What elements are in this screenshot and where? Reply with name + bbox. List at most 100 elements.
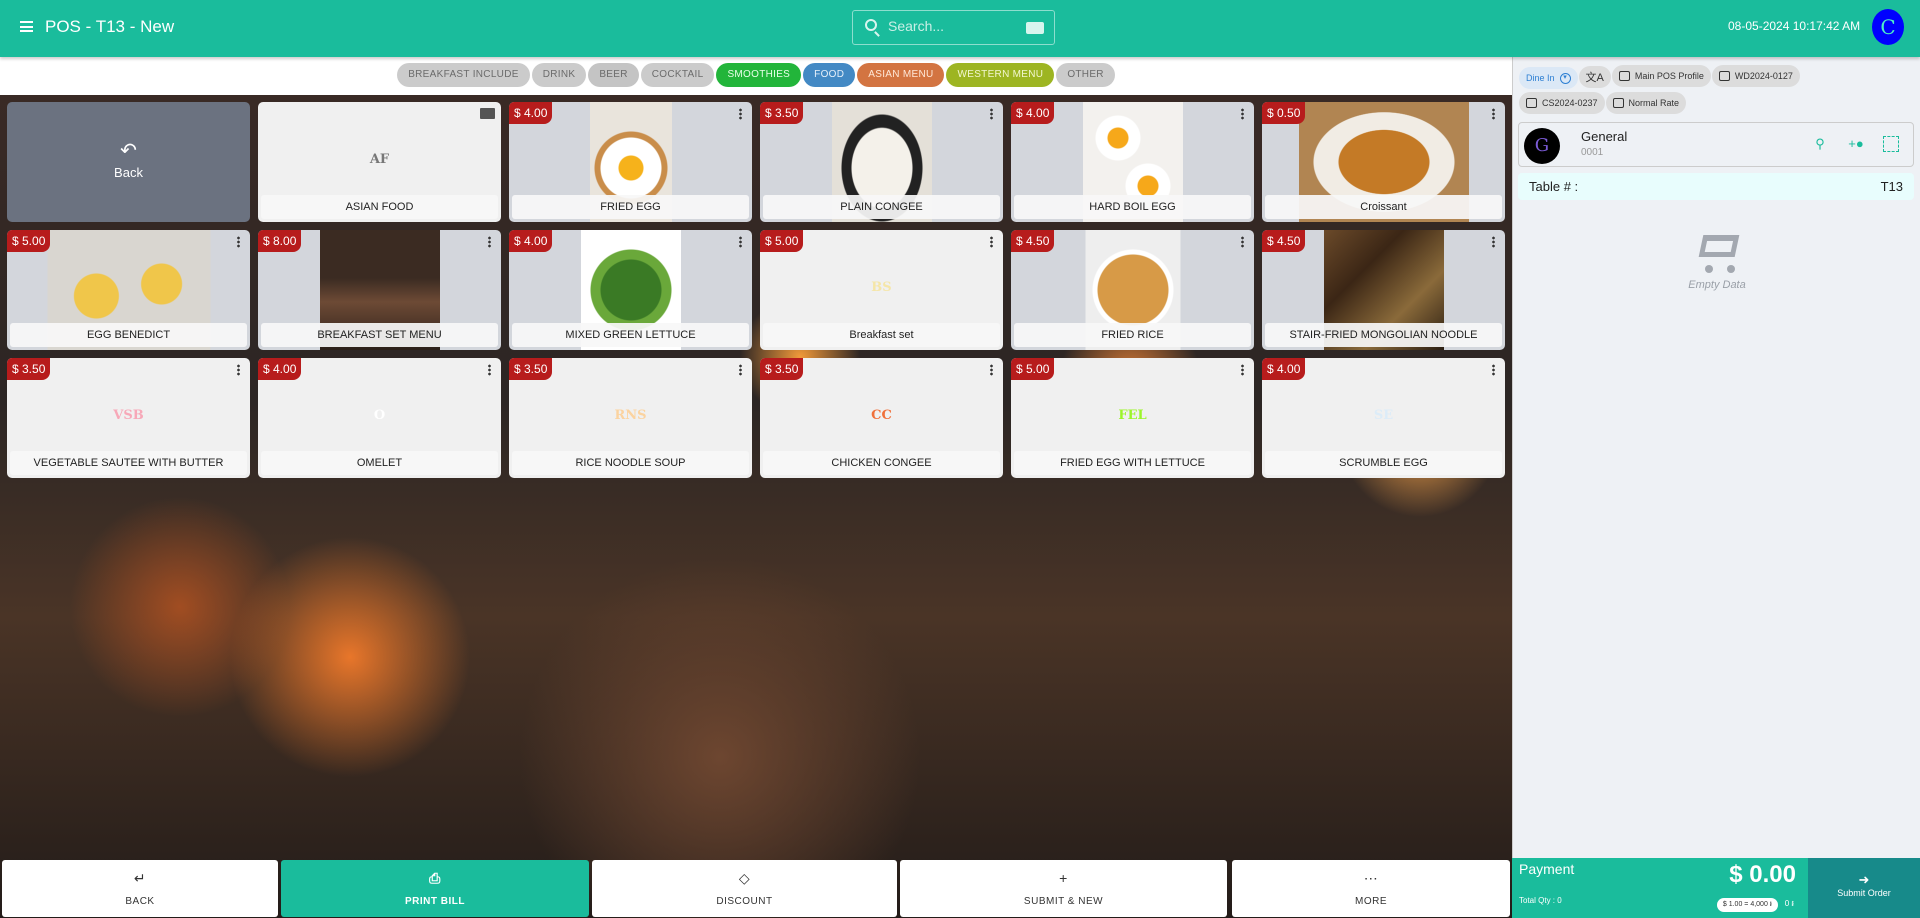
- product-tile[interactable]: $ 4.50 STAIR-FRIED MONGOLIAN NOODLE: [1262, 230, 1505, 350]
- product-name: FRIED EGG: [512, 195, 749, 219]
- submit-new-button[interactable]: + SUBMIT & NEW: [900, 860, 1227, 917]
- product-initials: FEL: [1118, 408, 1147, 423]
- product-tile[interactable]: $ 4.00 MIXED GREEN LETTUCE: [509, 230, 752, 350]
- back-tile[interactable]: ↶ Back: [7, 102, 250, 222]
- hamburger-menu-icon[interactable]: [20, 21, 33, 32]
- payment-label: Payment: [1519, 861, 1575, 877]
- order-options: Dine In ▾ 文A Main POS Profile WD2024-0127 CS…: [1513, 57, 1920, 117]
- product-name: PLAIN CONGEE: [763, 195, 1000, 219]
- product-name: EGG BENEDICT: [10, 323, 247, 347]
- cart-icon: [1693, 225, 1741, 273]
- empty-cart: Empty Data: [1513, 225, 1920, 291]
- more-vert-icon[interactable]: [1241, 364, 1244, 376]
- product-tile[interactable]: $ 3.50 PLAIN CONGEE: [760, 102, 1003, 222]
- product-name: SCRUMBLE EGG: [1265, 451, 1502, 475]
- cashier-shift-chip[interactable]: CS2024-0237: [1519, 92, 1605, 114]
- submit-new-label: SUBMIT & NEW: [1023, 896, 1104, 907]
- product-tile[interactable]: $ 4.50 FRIED RICE: [1011, 230, 1254, 350]
- product-name: Croissant: [1265, 195, 1502, 219]
- price-badge: $ 4.00: [1011, 102, 1055, 124]
- product-tile[interactable]: O $ 4.00 OMELET: [258, 358, 501, 478]
- more-vert-icon[interactable]: [237, 364, 240, 376]
- payment-summary[interactable]: Payment $ 0.00 Total Qty : 0 $ 1.00 = 4,…: [1512, 858, 1808, 918]
- print-bill-button[interactable]: ⎙ PRINT BILL: [281, 860, 589, 917]
- working-day-chip[interactable]: WD2024-0127: [1711, 65, 1800, 87]
- product-name: VEGETABLE SAUTEE WITH BUTTER: [10, 451, 247, 475]
- more-vert-icon[interactable]: [990, 108, 993, 120]
- order-panel: Dine In ▾ 文A Main POS Profile WD2024-0127 CS…: [1512, 57, 1920, 858]
- more-vert-icon[interactable]: [237, 236, 240, 248]
- calendar-clock-icon: [1526, 98, 1537, 108]
- more-vert-icon[interactable]: [990, 364, 993, 376]
- category-drink[interactable]: DRINK: [531, 63, 587, 87]
- product-tile[interactable]: $ 4.00 FRIED EGG: [509, 102, 752, 222]
- more-vert-icon[interactable]: [1492, 364, 1495, 376]
- more-vert-icon[interactable]: [1241, 236, 1244, 248]
- more-vert-icon[interactable]: [1492, 236, 1495, 248]
- price-badge: $ 5.00: [1011, 358, 1055, 380]
- dine-in-label: Dine In: [1526, 73, 1555, 83]
- product-tile[interactable]: RNS $ 3.50 RICE NOODLE SOUP: [509, 358, 752, 478]
- product-tile[interactable]: $ 4.00 HARD BOIL EGG: [1011, 102, 1254, 222]
- translate-button[interactable]: 文A: [1578, 66, 1611, 88]
- price-badge: $ 5.00: [760, 230, 804, 252]
- category-western-menu[interactable]: WESTERN MENU: [946, 63, 1055, 87]
- more-button[interactable]: ⋯ MORE: [1232, 860, 1510, 917]
- product-tile[interactable]: $ 8.00 BREAKFAST SET MENU: [258, 230, 501, 350]
- pos-profile-chip[interactable]: Main POS Profile: [1611, 65, 1711, 87]
- product-initials: BS: [871, 280, 892, 295]
- category-beer[interactable]: BEER: [588, 63, 639, 87]
- more-vert-icon[interactable]: [990, 236, 993, 248]
- datetime: 08-05-2024 10:17:42 AM: [1728, 19, 1861, 33]
- more-dots-icon: ⋯: [1363, 870, 1379, 886]
- more-vert-icon[interactable]: [1241, 108, 1244, 120]
- table-value: T13: [1880, 179, 1903, 194]
- category-breakfast-include[interactable]: BREAKFAST INCLUDE: [397, 63, 530, 87]
- search-box[interactable]: [852, 10, 1055, 45]
- product-initials: RNS: [614, 408, 647, 423]
- more-vert-icon[interactable]: [488, 364, 491, 376]
- more-vert-icon[interactable]: [739, 364, 742, 376]
- price-rate-chip[interactable]: Normal Rate: [1605, 92, 1687, 114]
- submit-order-button[interactable]: ➜ Submit Order: [1808, 858, 1920, 918]
- user-avatar[interactable]: C: [1872, 9, 1904, 45]
- more-vert-icon[interactable]: [1492, 108, 1495, 120]
- search-customer-icon[interactable]: ⚲: [1812, 136, 1828, 152]
- category-smoothies[interactable]: SMOOTHIES: [716, 63, 802, 87]
- qr-scan-icon[interactable]: [1883, 136, 1899, 152]
- product-tile[interactable]: SE $ 4.00 SCRUMBLE EGG: [1262, 358, 1505, 478]
- category-cocktail[interactable]: COCKTAIL: [640, 63, 715, 87]
- category-food[interactable]: FOOD: [803, 63, 856, 87]
- more-vert-icon[interactable]: [488, 236, 491, 248]
- discount-label: DISCOUNT: [716, 896, 773, 907]
- add-customer-icon[interactable]: +●: [1848, 136, 1864, 152]
- category-asian-menu[interactable]: ASIAN MENU: [857, 63, 945, 87]
- product-tile[interactable]: BS $ 5.00 Breakfast set: [760, 230, 1003, 350]
- product-tile[interactable]: $ 5.00 EGG BENEDICT: [7, 230, 250, 350]
- more-vert-icon[interactable]: [739, 108, 742, 120]
- price-badge: $ 3.50: [7, 358, 51, 380]
- search-input[interactable]: [888, 18, 1008, 34]
- product-initials: CC: [871, 408, 892, 423]
- product-grid: ↶ Back AF ASIAN FOOD $ 4.00 FRIED EGG $ 3.50…: [7, 102, 1505, 478]
- product-tile[interactable]: VSB $ 3.50 VEGETABLE SAUTEE WITH BUTTER: [7, 358, 250, 478]
- product-tile[interactable]: $ 0.50 Croissant: [1262, 102, 1505, 222]
- more-vert-icon[interactable]: [739, 236, 742, 248]
- price-badge: $ 4.00: [258, 358, 302, 380]
- discount-button[interactable]: ◇ DISCOUNT: [592, 860, 897, 917]
- product-name: MIXED GREEN LETTUCE: [512, 323, 749, 347]
- more-label: MORE: [1355, 896, 1387, 907]
- customer-name: General: [1581, 129, 1628, 144]
- product-name: CHICKEN CONGEE: [763, 451, 1000, 475]
- category-other[interactable]: OTHER: [1056, 63, 1115, 87]
- back-button[interactable]: ↵ BACK: [2, 860, 278, 917]
- product-tile[interactable]: FEL $ 5.00 FRIED EGG WITH LETTUCE: [1011, 358, 1254, 478]
- customer-card: G General 0001 ⚲ +●: [1518, 122, 1914, 167]
- product-tile[interactable]: AF ASIAN FOOD: [258, 102, 501, 222]
- dine-in-select[interactable]: Dine In ▾: [1519, 67, 1578, 89]
- top-bar: POS - T13 - New 08-05-2024 10:17:42 AM C: [0, 0, 1920, 57]
- total-qty: Total Qty : 0: [1519, 896, 1562, 905]
- back-arrow-icon: ↶: [120, 140, 137, 162]
- keyboard-icon[interactable]: [1026, 22, 1044, 34]
- product-tile[interactable]: CC $ 3.50 CHICKEN CONGEE: [760, 358, 1003, 478]
